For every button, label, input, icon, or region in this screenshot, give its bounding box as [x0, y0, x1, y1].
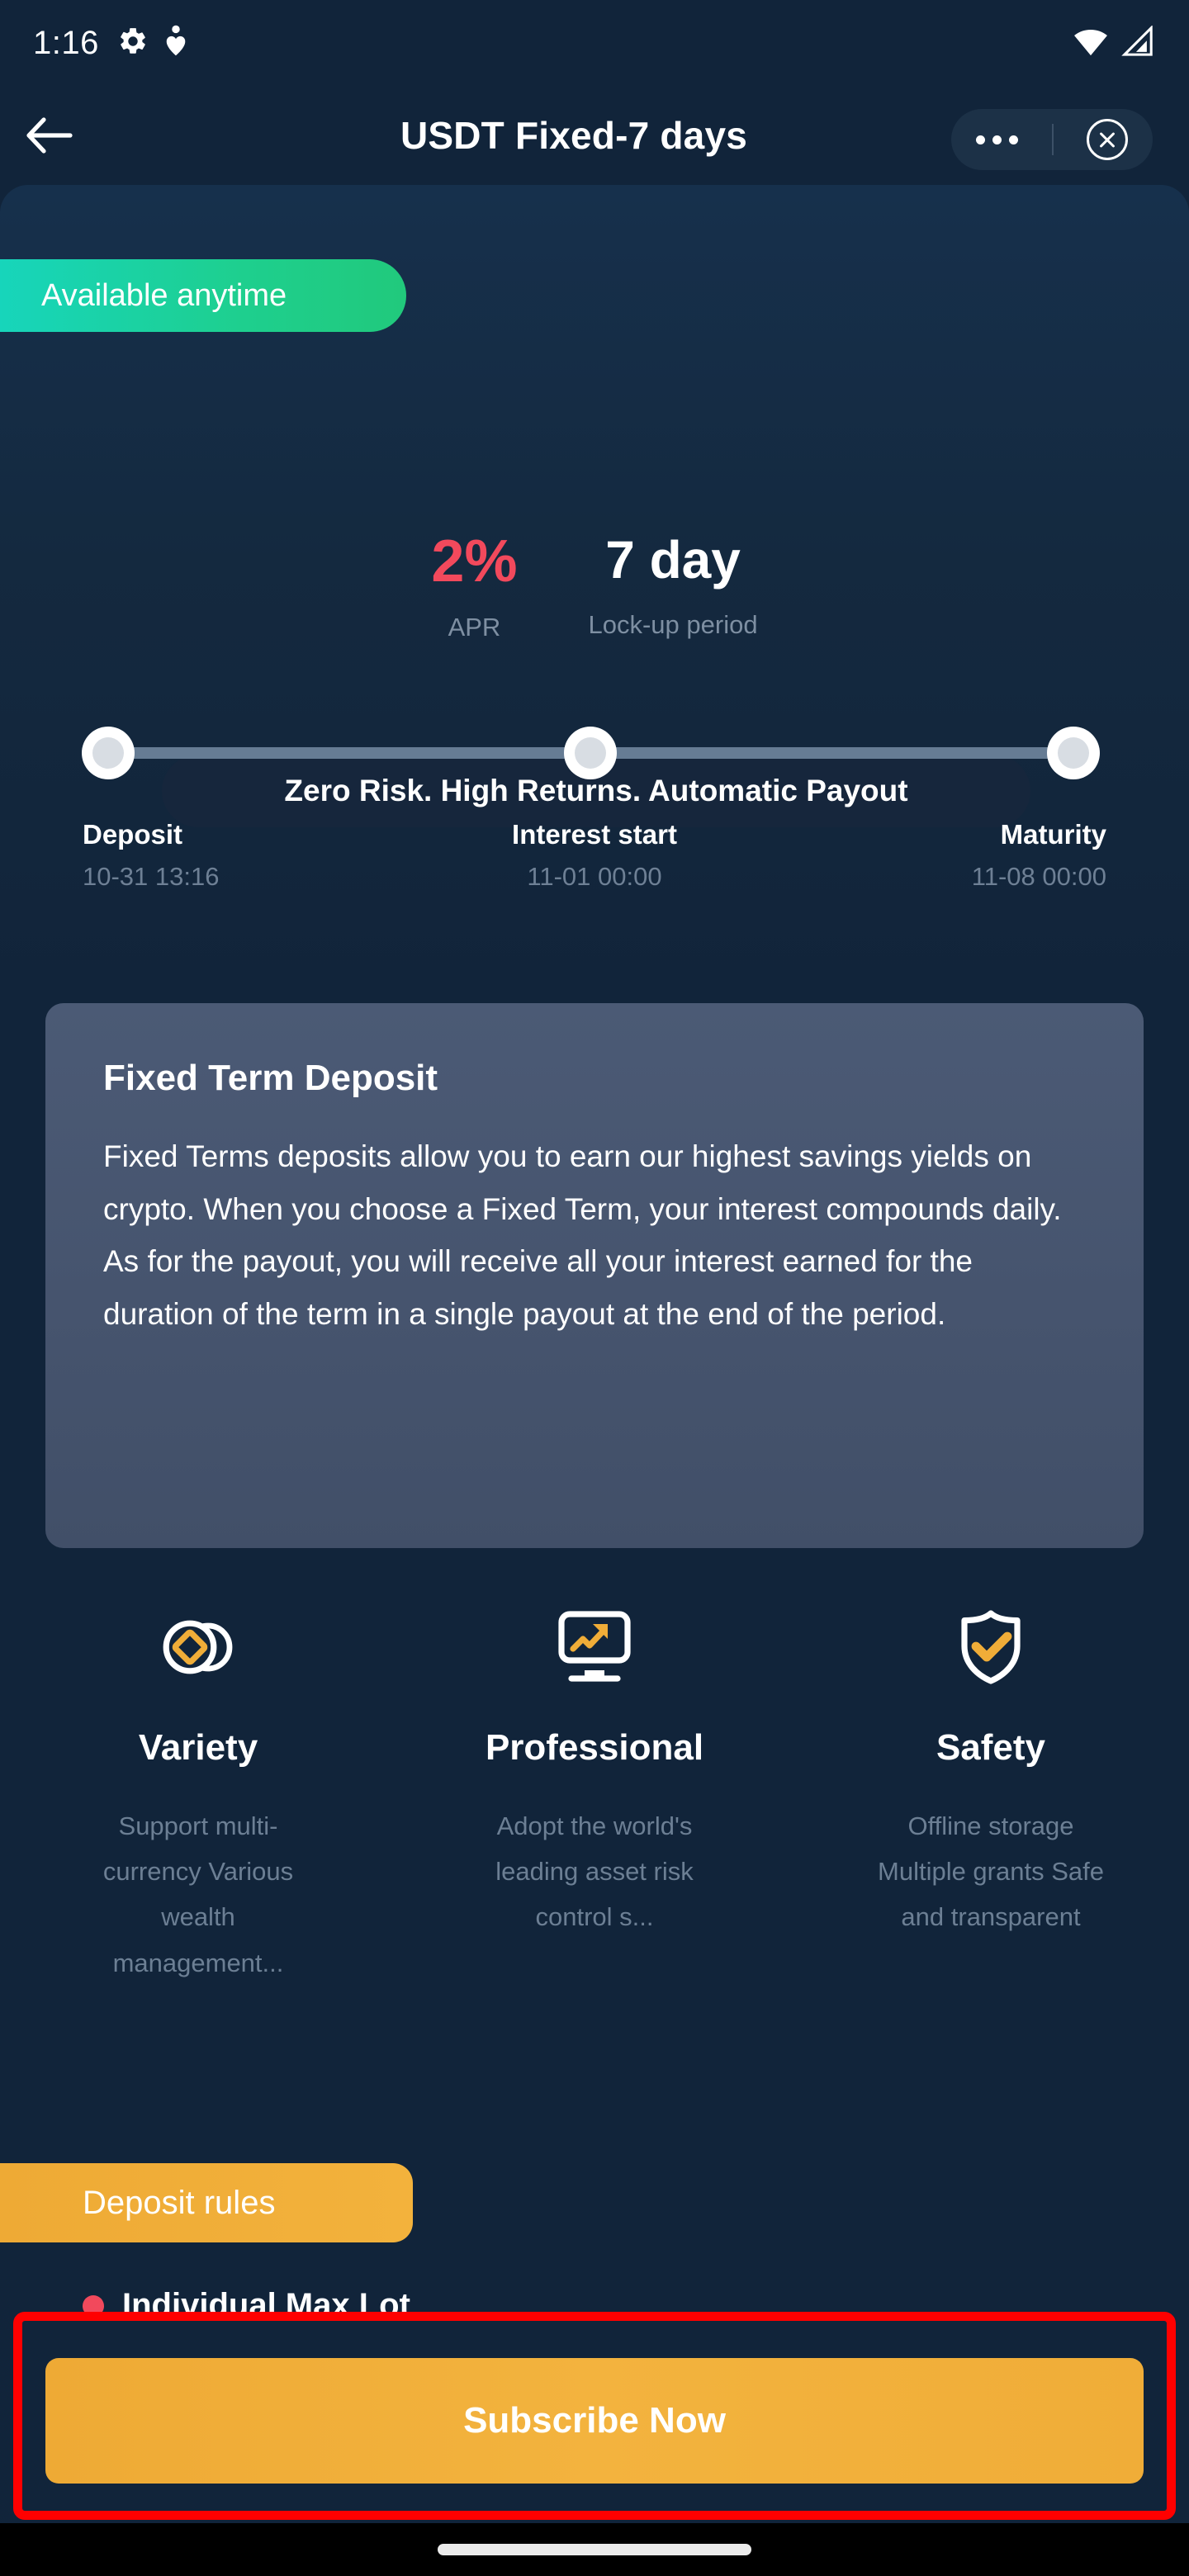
feature-safety: Safety Offline storage Multiple grants S… [793, 1593, 1189, 1986]
timeline-dot-maturity [1047, 727, 1100, 779]
status-bar: 1:16 [0, 0, 1189, 86]
timeline-step: Maturity 11-08 00:00 [765, 819, 1106, 892]
feature-title: Variety [138, 1727, 258, 1768]
lockup-stat: 7 day Lock-up period [588, 530, 758, 640]
coins-diamond-icon [155, 1593, 241, 1701]
bottom-action-bar: Subscribe Now [0, 2318, 1189, 2523]
lockup-value: 7 day [605, 530, 741, 590]
timeline-step-name: Interest start [512, 819, 677, 850]
feature-title: Professional [485, 1727, 704, 1768]
more-options-icon[interactable] [976, 135, 1018, 144]
feature-variety: Variety Support multi-currency Various w… [0, 1593, 396, 1986]
timeline-step: Deposit 10-31 13:16 [83, 819, 424, 892]
timeline-step-date: 11-01 00:00 [527, 862, 662, 891]
feature-description: Offline storage Multiple grants Safe and… [878, 1811, 1104, 1932]
subscribe-now-button[interactable]: Subscribe Now [45, 2358, 1144, 2484]
feature-title: Safety [936, 1727, 1046, 1768]
feature-professional: Professional Adopt the world's leading a… [396, 1593, 793, 1986]
close-circle-icon[interactable] [1087, 119, 1128, 160]
fixed-term-deposit-card: Fixed Term Deposit Fixed Terms deposits … [45, 1003, 1144, 1548]
timeline-labels: Deposit 10-31 13:16 Interest start 11-01… [0, 819, 1189, 892]
location-heart-icon [165, 25, 187, 62]
back-button[interactable] [0, 86, 99, 185]
app-bar-actions [951, 109, 1153, 170]
monitor-trend-up-icon [553, 1593, 636, 1701]
rule-bullet-icon [83, 2294, 104, 2317]
cellular-signal-icon [1121, 24, 1156, 61]
phone-screen: 1:16 USDT Fixed-7 days Available anytime… [0, 0, 1189, 2576]
lockup-label: Lock-up period [588, 610, 758, 640]
timeline-step-date: 10-31 13:16 [83, 862, 220, 891]
shield-check-icon [951, 1593, 1030, 1701]
status-right-icons [1072, 24, 1156, 61]
feature-description: Support multi-currency Various wealth ma… [102, 1811, 294, 1977]
deposit-rules-badge: Deposit rules [0, 2163, 413, 2242]
deposit-timeline: Deposit 10-31 13:16 Interest start 11-01… [0, 727, 1189, 933]
timeline-step-date: 11-08 00:00 [971, 862, 1106, 891]
timeline-step-name: Maturity [1000, 819, 1106, 850]
card-title: Fixed Term Deposit [103, 1058, 438, 1098]
apr-value: 2% [431, 528, 518, 594]
back-arrow-icon [26, 117, 73, 154]
apr-label: APR [448, 613, 501, 642]
features-row: Variety Support multi-currency Various w… [0, 1593, 1189, 1986]
action-divider [1051, 124, 1054, 155]
timeline-dot-deposit [82, 727, 135, 779]
apr-stat: 2% APR [431, 532, 517, 642]
wifi-icon [1072, 26, 1110, 61]
status-time: 1:16 [33, 25, 99, 61]
timeline-step: Interest start 11-01 00:00 [424, 819, 765, 892]
home-indicator[interactable] [438, 2544, 751, 2555]
app-bar: USDT Fixed-7 days [0, 86, 1189, 185]
timeline-step-name: Deposit [83, 819, 183, 850]
stats-row: 2% APR 7 day Lock-up period [0, 530, 1189, 642]
feature-description: Adopt the world's leading asset risk con… [495, 1811, 694, 1932]
timeline-dot-interest-start [564, 727, 617, 779]
card-body: Fixed Terms deposits allow you to earn o… [103, 1139, 1062, 1331]
status-left-icons [117, 25, 187, 62]
gear-icon [117, 26, 149, 61]
system-navigation-bar [0, 2523, 1189, 2576]
availability-badge: Available anytime [0, 259, 406, 332]
